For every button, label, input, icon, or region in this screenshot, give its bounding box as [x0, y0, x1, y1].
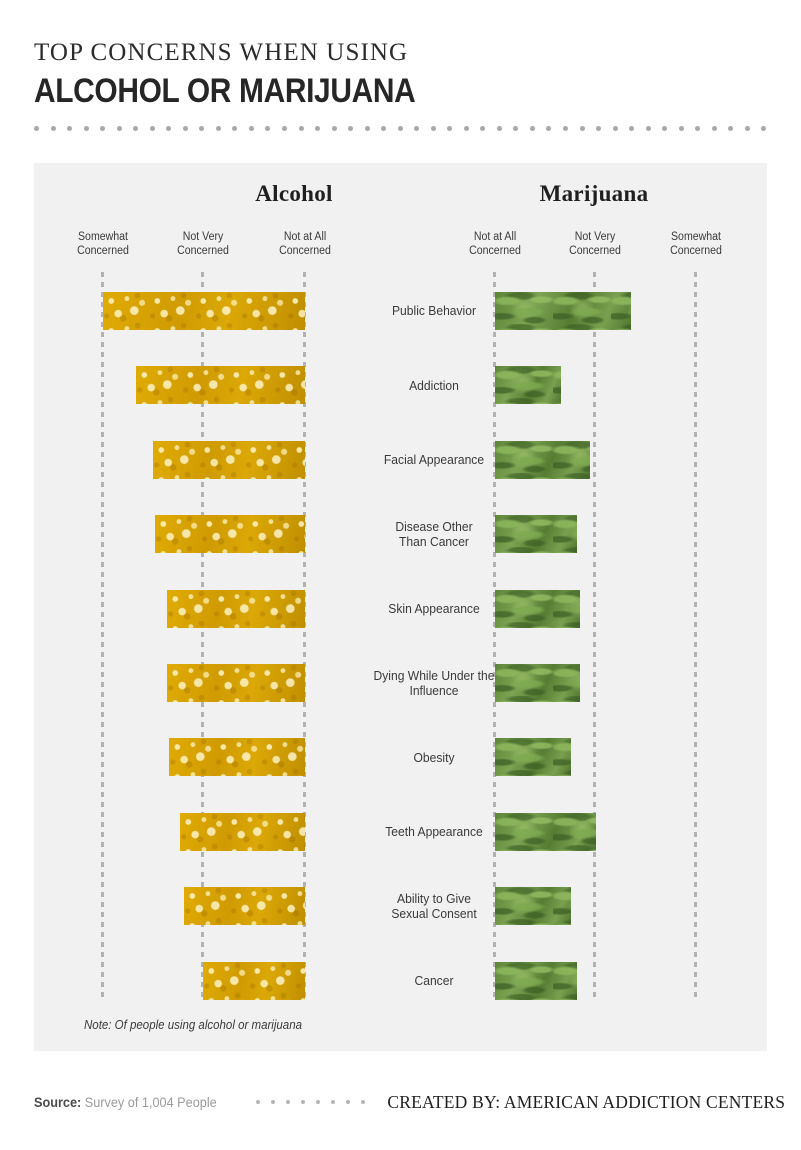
axis-label-alcohol-1: Not Very Concerned: [159, 231, 247, 258]
axis-label-line-1: Not at All: [283, 231, 327, 243]
section-title-marijuana: Marijuana: [539, 181, 649, 206]
gridline-alcohol-somewhat: [101, 272, 104, 1000]
row-label-line-0: Disease Other: [395, 518, 473, 534]
bar-alcohol-0: [103, 292, 305, 330]
row-label-8: Ability to Give Sexual Consent: [360, 891, 509, 922]
bar-alcohol-5: [167, 664, 305, 702]
row-label-6: Obesity: [360, 750, 509, 766]
row-label-5: Dying While Under the Influence: [360, 668, 509, 699]
bar-marijuana-7: [495, 812, 596, 851]
row-label-line-0: Obesity: [413, 749, 455, 765]
row-label-line-1: Sexual Consent: [391, 906, 477, 922]
bar-alcohol-7: [180, 812, 305, 851]
bar-marijuana-2: [495, 440, 590, 479]
footer-dotted-divider: [256, 1100, 366, 1104]
axis-label-marijuana-1: Not Very Concerned: [551, 231, 639, 258]
row-label-4: Skin Appearance: [360, 601, 509, 617]
row-label-1: Addiction: [360, 378, 509, 394]
row-label-line-0: Facial Appearance: [383, 452, 485, 468]
bar-alcohol-3: [155, 515, 305, 554]
row-label-line-1: Influence: [409, 683, 459, 698]
row-label-9: Cancer: [360, 973, 509, 989]
axis-label-line-2: Concerned: [177, 244, 229, 257]
axis-label-line-2: Concerned: [670, 244, 722, 257]
bar-alcohol-6: [169, 738, 305, 777]
axis-label-line-1: Not at All: [473, 231, 517, 243]
axis-label-line-1: Somewhat: [671, 231, 721, 243]
row-label-line-0: Dying While Under the: [373, 667, 495, 683]
row-label-3: Disease Other Than Cancer: [360, 519, 509, 550]
page-title-line-1: TOP CONCERNS WHEN USING: [34, 39, 409, 66]
source-text: Source: Survey of 1,004 People: [34, 1095, 217, 1110]
gridline-marijuana-not-very: [593, 272, 596, 1000]
axis-label-alcohol-0: Somewhat Concerned: [59, 231, 147, 258]
row-label-line-0: Addiction: [409, 377, 459, 393]
axis-label-line-2: Concerned: [279, 244, 331, 257]
axis-label-line-2: Concerned: [569, 244, 621, 257]
axis-label-line-1: Not Very: [574, 231, 616, 243]
source-label: Source:: [34, 1094, 82, 1110]
bar-alcohol-4: [167, 589, 305, 628]
row-label-line-0: Cancer: [414, 972, 454, 988]
created-by-text: CREATED BY: AMERICAN ADDICTION CENTERS: [387, 1091, 786, 1112]
axis-label-line-2: Concerned: [469, 244, 521, 257]
row-label-2: Facial Appearance: [360, 452, 509, 468]
page-title-line-2: ALCOHOL OR MARIJUANA: [34, 72, 416, 110]
source-value: Survey of 1,004 People: [81, 1094, 217, 1110]
header-dotted-divider: [34, 125, 767, 131]
axis-label-line-2: Concerned: [77, 244, 129, 257]
row-label-line-0: Skin Appearance: [388, 600, 480, 616]
row-label-line-0: Public Behavior: [391, 303, 476, 319]
page-header: TOP CONCERNS WHEN USING ALCOHOL OR MARIJ…: [34, 38, 767, 111]
row-label-line-0: Teeth Appearance: [385, 824, 483, 840]
row-label-line-0: Ability to Give: [397, 890, 471, 906]
bar-marijuana-0: [495, 292, 631, 330]
axis-label-line-1: Somewhat: [78, 231, 128, 243]
row-label-line-1: Than Cancer: [399, 534, 469, 550]
bar-alcohol-9: [203, 961, 305, 1000]
axis-label-marijuana-0: Not at All Concerned: [451, 231, 539, 258]
page-footer: Source: Survey of 1,004 People CREATED B…: [34, 1090, 785, 1114]
row-label-7: Teeth Appearance: [360, 824, 509, 840]
chart-note: Note: Of people using alcohol or marijua…: [84, 1018, 302, 1032]
chart-panel: Alcohol Marijuana Somewhat Concerned Not…: [34, 163, 767, 1051]
axis-label-line-1: Not Very: [182, 231, 224, 243]
bar-alcohol-8: [184, 887, 305, 926]
axis-label-marijuana-2: Somewhat Concerned: [652, 231, 740, 258]
bar-alcohol-1: [136, 366, 305, 405]
row-label-0: Public Behavior: [360, 303, 509, 319]
axis-label-alcohol-2: Not at All Concerned: [261, 231, 349, 258]
bar-alcohol-2: [153, 440, 305, 479]
section-title-alcohol: Alcohol: [255, 181, 333, 206]
gridline-marijuana-somewhat: [694, 272, 697, 1000]
